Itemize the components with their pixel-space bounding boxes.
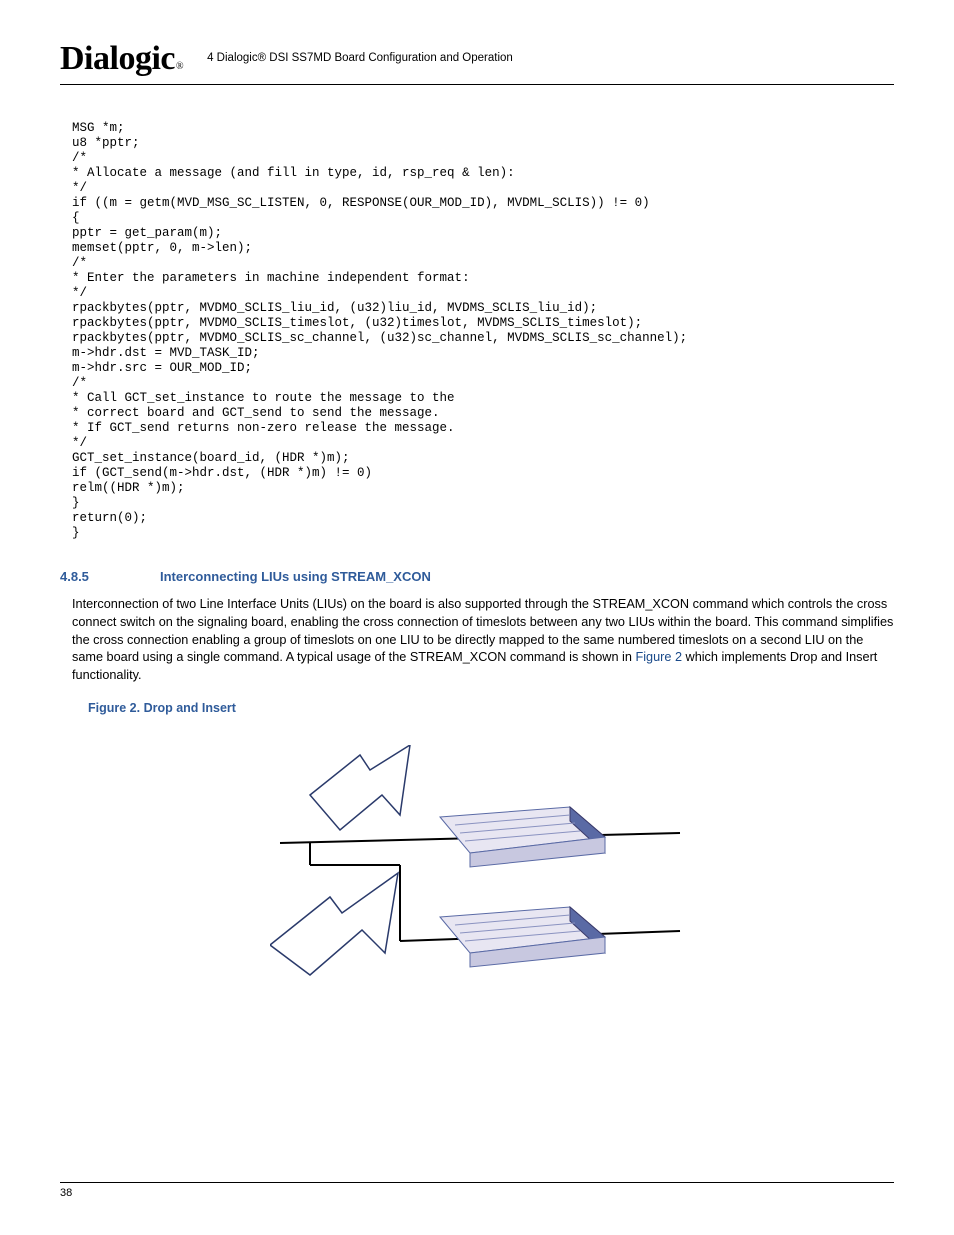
board-top-icon [440, 807, 605, 867]
logo-text: Dialogic [60, 40, 175, 78]
figure-drop-and-insert [270, 745, 690, 1025]
figure-link[interactable]: Figure 2 [635, 650, 682, 664]
section-title: Interconnecting LIUs using STREAM_XCON [160, 569, 431, 584]
running-title: 4 Dialogic® DSI SS7MD Board Configuratio… [207, 52, 513, 66]
section-number: 4.8.5 [60, 569, 160, 584]
arrow-bottom-icon [270, 873, 398, 975]
page-footer: 38 [60, 1182, 894, 1199]
section-body: Interconnection of two Line Interface Un… [72, 596, 894, 685]
page-number: 38 [60, 1187, 72, 1199]
arrow-top-icon [310, 745, 410, 830]
code-listing: MSG *m; u8 *pptr; /* * Allocate a messag… [72, 121, 894, 541]
registered-mark: ® [176, 61, 183, 72]
board-bottom-icon [440, 907, 605, 967]
dialogic-logo: Dialogic® [60, 40, 183, 78]
section-heading: 4.8.5 Interconnecting LIUs using STREAM_… [60, 569, 894, 584]
page-header: Dialogic® 4 Dialogic® DSI SS7MD Board Co… [60, 40, 894, 85]
drop-insert-diagram [270, 745, 690, 1025]
figure-caption: Figure 2. Drop and Insert [88, 701, 894, 715]
